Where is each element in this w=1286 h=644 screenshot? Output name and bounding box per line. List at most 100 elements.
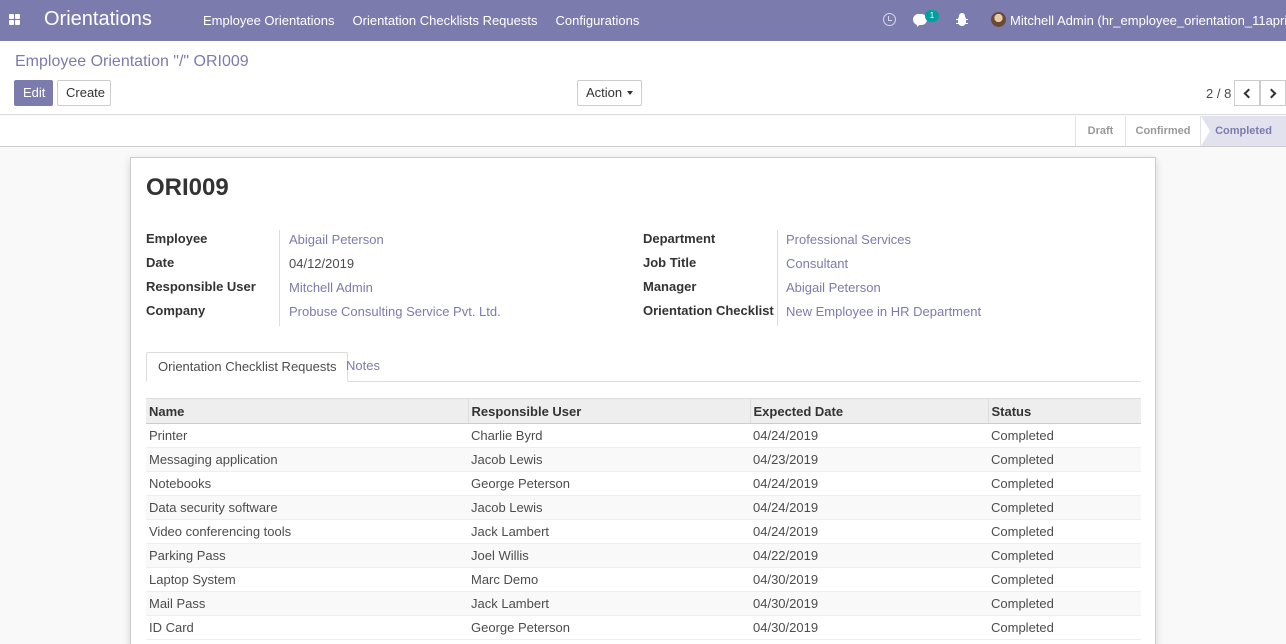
cell-status: Completed [988, 519, 1141, 544]
table-row[interactable]: Notebooks George Peterson 04/24/2019 Comple… [146, 471, 1141, 496]
chevron-right-icon [1266, 88, 1277, 98]
status-stage-completed[interactable]: Completed [1200, 116, 1286, 146]
tab-notes[interactable]: Notes [335, 352, 391, 382]
cell-responsible-user: Jack Lambert [468, 591, 750, 616]
column-header-status[interactable]: Status [988, 398, 1141, 424]
cell-status: Completed [988, 543, 1141, 568]
employee-label: Employee [146, 231, 208, 246]
apps-grid-icon[interactable] [9, 14, 20, 25]
table-row[interactable]: ID Card George Peterson 04/30/2019 Complete… [146, 615, 1141, 640]
status-stage-confirmed[interactable]: Confirmed [1125, 116, 1200, 146]
manager-field[interactable]: Abigail Peterson [786, 280, 881, 295]
cell-expected-date: 04/30/2019 [750, 591, 988, 616]
manager-label: Manager [643, 279, 697, 294]
column-header-responsible-user[interactable]: Responsible User [468, 398, 751, 424]
breadcrumb[interactable]: Employee Orientation "/" ORI009 [15, 53, 249, 71]
clock-icon[interactable] [883, 13, 896, 26]
menu-configurations[interactable]: Configurations [547, 13, 649, 28]
table-row[interactable]: Printer Charlie Byrd 04/24/2019 Completed [146, 423, 1141, 448]
action-label: Action [585, 85, 623, 100]
column-header-name[interactable]: Name [146, 398, 469, 424]
table-row[interactable]: Data security software Jacob Lewis 04/24/2… [146, 495, 1141, 520]
cell-responsible-user: Charlie Byrd [468, 423, 750, 448]
notebook-tabs: Orientation Checklist Requests Notes [146, 352, 1141, 382]
pager-next-button[interactable] [1260, 80, 1286, 106]
responsible-user-label: Responsible User [146, 279, 256, 294]
create-button[interactable]: Create [57, 80, 111, 106]
responsible-user-field[interactable]: Mitchell Admin [289, 280, 373, 295]
cell-name: Messaging application [146, 447, 468, 472]
status-bar: Draft Confirmed Completed [0, 116, 1286, 147]
job-title-field[interactable]: Consultant [786, 256, 848, 271]
form-sheet: ORI009 Employee Abigail Peterson Date 04… [130, 157, 1156, 644]
cell-responsible-user: Jacob Lewis [468, 495, 750, 520]
cell-status: Completed [988, 567, 1141, 592]
table-row[interactable]: Video conferencing tools Jack Lambert 04/2… [146, 519, 1141, 544]
cell-expected-date: 04/24/2019 [750, 471, 988, 496]
table-row[interactable]: Laptop System Marc Demo 04/30/2019 Complete… [146, 567, 1141, 592]
table-row[interactable]: Mail Pass Jack Lambert 04/30/2019 Completed [146, 591, 1141, 616]
orientation-checklist-label: Orientation Checklist [643, 303, 774, 318]
bug-icon[interactable] [956, 13, 968, 27]
cell-name: Notebooks [146, 471, 468, 496]
date-field: 04/12/2019 [289, 256, 355, 271]
cell-name: Video conferencing tools [146, 519, 468, 544]
tab-orientation-checklist-requests[interactable]: Orientation Checklist Requests [146, 352, 349, 382]
cell-name: Mail Pass [146, 591, 468, 616]
cell-expected-date: 04/30/2019 [750, 615, 988, 640]
pager-value[interactable]: 2 / 8 [1206, 86, 1231, 101]
company-label: Company [146, 303, 206, 318]
table-row[interactable]: Parking Pass Joel Willis 04/22/2019 Complet… [146, 543, 1141, 568]
record-title: ORI009 [146, 174, 229, 201]
cell-status: Completed [988, 495, 1141, 520]
avatar[interactable] [991, 12, 1006, 27]
right-group-divider [777, 230, 778, 326]
company-field[interactable]: Probuse Consulting Service Pvt. Ltd. [289, 304, 501, 319]
cell-status: Completed [988, 591, 1141, 616]
cell-responsible-user: Jack Lambert [468, 519, 750, 544]
status-stage-draft[interactable]: Draft [1075, 116, 1125, 146]
cell-expected-date: 04/30/2019 [750, 567, 988, 592]
cell-responsible-user: George Peterson [468, 471, 750, 496]
cell-name: Data security software [146, 495, 468, 520]
user-menu[interactable]: Mitchell Admin (hr_employee_orientation_… [1010, 13, 1286, 28]
employee-field[interactable]: Abigail Peterson [289, 232, 384, 247]
department-label: Department [643, 231, 716, 246]
date-label: Date [146, 255, 175, 270]
messages-badge: 1 [925, 10, 939, 22]
action-dropdown-button[interactable]: Action [577, 80, 642, 106]
app-brand[interactable]: Orientations [44, 8, 152, 31]
department-field[interactable]: Professional Services [786, 232, 911, 247]
cell-status: Completed [988, 423, 1141, 448]
cell-responsible-user: Marc Demo [468, 567, 750, 592]
cell-expected-date: 04/24/2019 [750, 495, 988, 520]
cell-status: Completed [988, 471, 1141, 496]
menu-orientation-checklists-requests[interactable]: Orientation Checklists Requests [344, 13, 547, 28]
cell-name: Printer [146, 423, 468, 448]
column-header-expected-date[interactable]: Expected Date [750, 398, 989, 424]
cell-responsible-user: George Peterson [468, 615, 750, 640]
checklist-requests-table: Name Responsible User Expected Date Stat… [146, 398, 1141, 640]
cell-status: Completed [988, 447, 1141, 472]
menu-employee-orientations[interactable]: Employee Orientations [194, 13, 344, 28]
cell-name: Laptop System [146, 567, 468, 592]
cell-responsible-user: Jacob Lewis [468, 447, 750, 472]
top-navbar: Orientations Employee Orientations Orien… [0, 0, 1286, 41]
table-row[interactable]: Messaging application Jacob Lewis 04/23/20… [146, 447, 1141, 472]
chevron-left-icon [1243, 88, 1254, 98]
pager-previous-button[interactable] [1234, 80, 1260, 106]
cell-status: Completed [988, 615, 1141, 640]
left-group-divider [279, 230, 280, 326]
cell-expected-date: 04/24/2019 [750, 423, 988, 448]
cell-responsible-user: Joel Willis [468, 543, 750, 568]
cell-name: Parking Pass [146, 543, 468, 568]
edit-button[interactable]: Edit [14, 80, 53, 106]
caret-down-icon [627, 91, 634, 95]
cell-expected-date: 04/24/2019 [750, 519, 988, 544]
job-title-label: Job Title [643, 255, 697, 270]
table-header-row: Name Responsible User Expected Date Stat… [146, 398, 1141, 424]
cell-expected-date: 04/22/2019 [750, 543, 988, 568]
control-panel: Employee Orientation "/" ORI009 Edit Cre… [0, 41, 1286, 115]
orientation-checklist-field[interactable]: New Employee in HR Department [786, 304, 981, 319]
cell-name: ID Card [146, 615, 468, 640]
